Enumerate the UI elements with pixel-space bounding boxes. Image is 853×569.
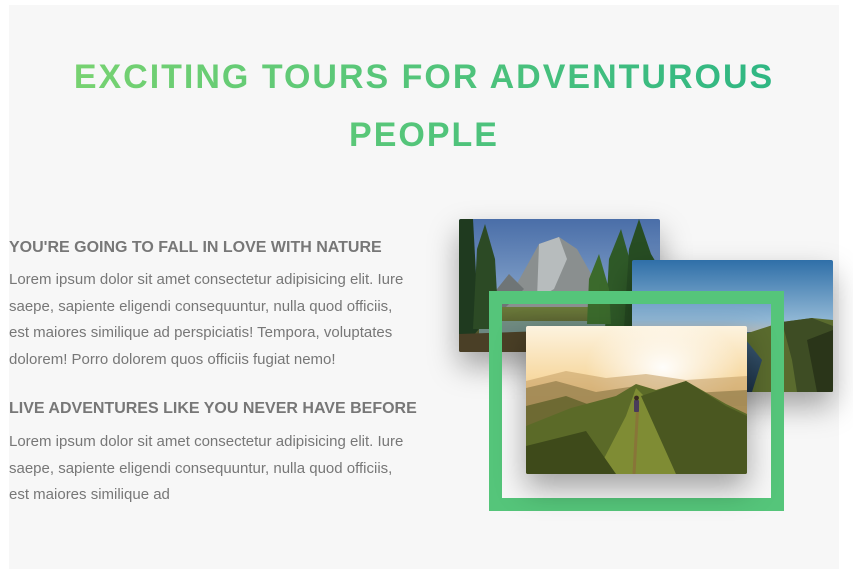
feature-title: LIVE ADVENTURES LIKE YOU NEVER HAVE BEFO…	[9, 400, 417, 417]
feature-text-column: YOU'RE GOING TO FALL IN LOVE WITH NATURE…	[9, 235, 417, 509]
mountain-ridge-image	[526, 326, 747, 474]
page: EXCITING TOURS FOR ADVENTUROUS PEOPLE YO…	[0, 0, 853, 569]
feature-paragraph: Lorem ipsum dolor sit amet consectetur a…	[9, 433, 404, 503]
feature-title: YOU'RE GOING TO FALL IN LOVE WITH NATURE	[9, 239, 382, 256]
feature-paragraph: Lorem ipsum dolor sit amet consectetur a…	[9, 271, 404, 368]
section-heading: EXCITING TOURS FOR ADVENTUROUS PEOPLE	[9, 48, 839, 164]
mountain-ridge-hiker-photo[interactable]	[526, 326, 747, 474]
